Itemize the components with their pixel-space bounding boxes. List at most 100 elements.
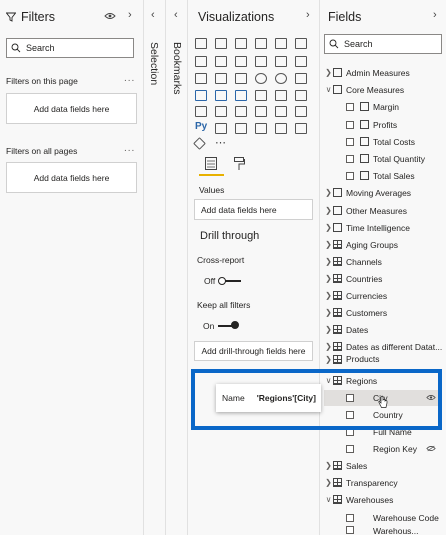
matrix-icon[interactable] (275, 106, 287, 117)
checkbox[interactable] (346, 444, 354, 453)
stacked-column-chart-icon[interactable] (215, 38, 227, 49)
all-pages-filters-drop-well[interactable]: Add data fields here (6, 162, 137, 193)
format-paint-roller-icon[interactable] (234, 157, 245, 171)
selection-label[interactable]: Selection (148, 42, 160, 85)
r-visual-icon[interactable] (295, 106, 307, 117)
collapse-visualizations-chevron-icon[interactable]: › (306, 9, 310, 21)
scatter-chart-icon[interactable] (235, 73, 247, 84)
field-full-name[interactable]: Full Name (320, 423, 446, 440)
page-filters-drop-well[interactable]: Add data fields here (6, 93, 137, 124)
key-influencers-icon[interactable] (215, 123, 227, 134)
clustered-column-chart-icon[interactable] (255, 38, 267, 49)
values-drop-well[interactable]: Add data fields here (194, 199, 313, 220)
python-visual-icon[interactable]: Py (195, 121, 207, 132)
checkbox[interactable] (346, 171, 354, 180)
area-chart-icon[interactable] (215, 56, 227, 67)
checkbox[interactable] (346, 410, 354, 419)
checkbox[interactable] (346, 120, 354, 129)
more-visuals-icon[interactable]: ⋯ (215, 136, 226, 149)
table-moving-averages[interactable]: ❯ Moving Averages (320, 184, 446, 201)
gauge-icon[interactable] (275, 90, 287, 101)
stacked-bar-chart-icon[interactable] (195, 38, 207, 49)
checkbox[interactable] (346, 513, 354, 522)
100-stacked-column-chart-icon[interactable] (295, 38, 307, 49)
stacked-area-chart-icon[interactable] (235, 56, 247, 67)
waterfall-chart-icon[interactable] (195, 73, 207, 84)
table-currencies[interactable]: ❯ Currencies (320, 287, 446, 304)
table-regions[interactable]: ∨ Regions (320, 372, 446, 389)
table-dates-as-different[interactable]: ❯ Dates as different Datat... (320, 338, 446, 355)
filters-search-input[interactable]: Search (6, 38, 134, 58)
line-chart-icon[interactable] (195, 56, 207, 67)
table-customers[interactable]: ❯ Customers (320, 304, 446, 321)
multi-row-card-icon[interactable] (195, 106, 207, 117)
shape-map-icon[interactable] (235, 90, 247, 101)
table-warehouses[interactable]: ∨ Warehouses (320, 491, 446, 508)
table-core-measures[interactable]: ∨ Core Measures (320, 81, 446, 98)
field-total-quantity[interactable]: Total Quantity (320, 150, 446, 167)
clustered-bar-chart-icon[interactable] (235, 38, 247, 49)
smart-narrative-icon[interactable] (275, 123, 287, 134)
field-total-sales[interactable]: Total Sales (320, 167, 446, 184)
expand-selection-chevron-icon[interactable]: ‹ (151, 9, 155, 21)
kpi-icon[interactable] (215, 106, 227, 117)
treemap-icon[interactable] (295, 73, 307, 84)
table-transparency[interactable]: ❯ Transparency (320, 474, 446, 491)
qa-icon[interactable] (255, 123, 267, 134)
field-warehouse-code[interactable]: Warehouse Code (320, 509, 446, 526)
table-aging-groups[interactable]: ❯ Aging Groups (320, 236, 446, 253)
field-warehouse-partial[interactable]: Warehous... (320, 526, 446, 535)
fields-search-input[interactable]: Search (324, 34, 442, 54)
pie-chart-icon[interactable] (255, 73, 267, 84)
checkbox[interactable] (346, 393, 354, 402)
filters-page-more-icon[interactable]: ... (124, 73, 135, 84)
selection-strip[interactable]: ‹ Selection (144, 0, 166, 535)
table-admin-measures[interactable]: ❯ Admin Measures (320, 64, 446, 81)
azure-map-icon[interactable] (255, 90, 267, 101)
field-profits[interactable]: Profits (320, 116, 446, 133)
bookmarks-label[interactable]: Bookmarks (171, 42, 183, 95)
expand-bookmarks-chevron-icon[interactable]: ‹ (174, 9, 178, 21)
eye-icon[interactable] (104, 12, 116, 20)
drill-through-drop-well[interactable]: Add drill-through fields here (194, 341, 313, 361)
line-clustered-column-chart-icon[interactable] (275, 56, 287, 67)
field-total-costs[interactable]: Total Costs (320, 133, 446, 150)
checkbox[interactable] (346, 154, 354, 163)
ribbon-chart-icon[interactable] (295, 56, 307, 67)
field-name: Country (373, 409, 403, 420)
filters-all-more-icon[interactable]: ... (124, 143, 135, 154)
table-dates[interactable]: ❯ Dates (320, 321, 446, 338)
map-icon[interactable] (195, 90, 207, 101)
field-region-key[interactable]: Region Key (320, 440, 446, 457)
table-channels[interactable]: ❯ Channels (320, 253, 446, 270)
table-time-intelligence[interactable]: ❯ Time Intelligence (320, 219, 446, 236)
checkbox[interactable] (346, 526, 354, 534)
keep-all-filters-toggle[interactable] (231, 321, 239, 329)
fields-tab-icon[interactable] (205, 157, 217, 170)
100-stacked-bar-chart-icon[interactable] (275, 38, 287, 49)
paginated-report-icon[interactable] (295, 123, 307, 134)
cross-report-toggle[interactable] (218, 277, 226, 285)
collapse-fields-chevron-icon[interactable]: › (433, 9, 437, 21)
collapse-filters-chevron-icon[interactable]: › (128, 9, 132, 21)
hidden-eye-icon[interactable] (426, 394, 436, 401)
table-sales[interactable]: ❯ Sales (320, 457, 446, 474)
bookmarks-strip[interactable]: ‹ Bookmarks (166, 0, 188, 535)
table-icon[interactable] (255, 106, 267, 117)
line-column-chart-icon[interactable] (255, 56, 267, 67)
chevron-right-icon: ❯ (325, 274, 332, 283)
checkbox[interactable] (346, 102, 354, 111)
table-countries[interactable]: ❯ Countries (320, 270, 446, 287)
table-other-measures[interactable]: ❯ Other Measures (320, 202, 446, 219)
field-margin[interactable]: Margin (320, 98, 446, 115)
filled-map-icon[interactable] (215, 90, 227, 101)
funnel-chart-icon[interactable] (215, 73, 227, 84)
power-apps-icon[interactable] (193, 137, 206, 150)
table-products[interactable]: ❯ Products (320, 355, 446, 364)
donut-chart-icon[interactable] (275, 73, 287, 84)
decomposition-tree-icon[interactable] (235, 123, 247, 134)
slicer-icon[interactable] (235, 106, 247, 117)
card-icon[interactable] (295, 90, 307, 101)
checkbox[interactable] (346, 427, 354, 436)
checkbox[interactable] (346, 137, 354, 146)
